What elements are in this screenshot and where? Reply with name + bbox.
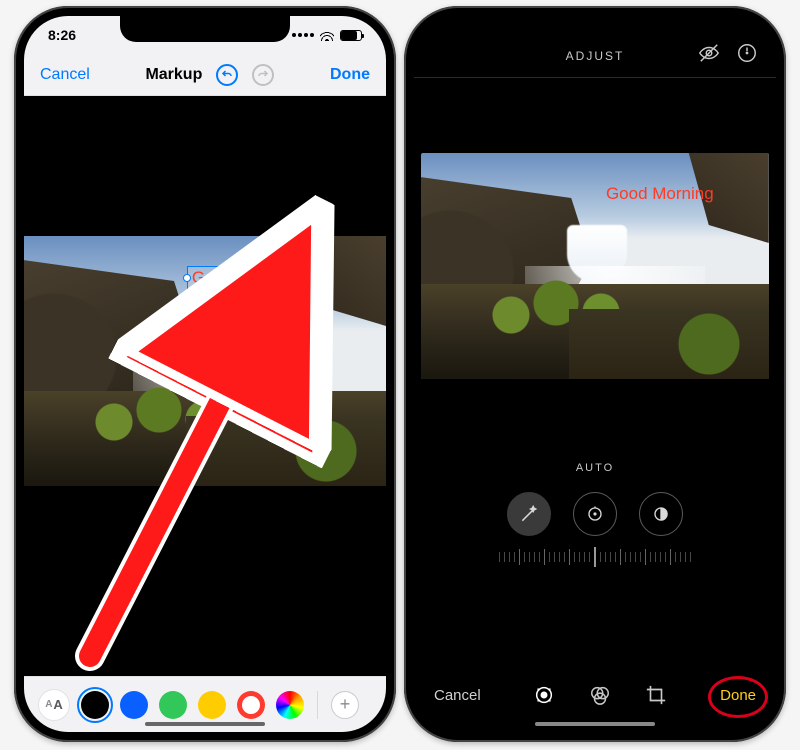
adjust-dials bbox=[414, 492, 776, 536]
swatch-green[interactable] bbox=[159, 691, 187, 719]
swatch-red[interactable] bbox=[237, 691, 265, 719]
color-picker-button[interactable] bbox=[276, 691, 304, 719]
add-shape-button[interactable]: + bbox=[331, 691, 359, 719]
swatch-black[interactable] bbox=[81, 691, 109, 719]
cancel-button[interactable]: Cancel bbox=[40, 66, 90, 84]
text-annotation[interactable]: Good Morning bbox=[187, 266, 305, 290]
cellular-icon bbox=[292, 33, 314, 37]
home-indicator bbox=[535, 722, 655, 726]
wifi-icon bbox=[320, 27, 334, 44]
adjust-title: ADJUST bbox=[566, 49, 625, 63]
filters-tab-icon[interactable] bbox=[589, 684, 611, 706]
undo-icon[interactable] bbox=[216, 64, 238, 86]
brilliance-dial[interactable] bbox=[639, 492, 683, 536]
status-indicators bbox=[292, 27, 362, 44]
text-format-button[interactable]: AA bbox=[38, 689, 70, 721]
adjust-canvas[interactable]: Good Morning bbox=[414, 78, 776, 438]
status-time: 8:26 bbox=[48, 27, 76, 43]
resize-handle-left[interactable] bbox=[183, 274, 191, 282]
resize-handle-right[interactable] bbox=[301, 274, 309, 282]
phone-adjust: ADJUST bbox=[404, 6, 786, 742]
markup-canvas[interactable]: Good Morning bbox=[24, 96, 386, 676]
annotation-text[interactable]: Good Morning bbox=[192, 268, 300, 287]
palette-separator bbox=[317, 691, 318, 719]
battery-icon bbox=[340, 30, 362, 41]
cancel-button[interactable]: Cancel bbox=[434, 687, 481, 704]
adjust-slider[interactable] bbox=[436, 544, 754, 570]
navbar-title: Markup bbox=[145, 66, 202, 84]
notch bbox=[120, 16, 290, 42]
adjust-tab-icon[interactable] bbox=[533, 684, 555, 706]
screen-markup: 8:26 Cancel Markup Done bbox=[24, 16, 386, 732]
done-button[interactable]: Done bbox=[720, 687, 756, 704]
home-indicator bbox=[145, 722, 265, 726]
visibility-off-icon[interactable] bbox=[698, 42, 720, 64]
swatch-yellow[interactable] bbox=[198, 691, 226, 719]
more-options-icon[interactable] bbox=[736, 42, 758, 64]
photo-preview[interactable]: Good Morning bbox=[24, 236, 386, 486]
done-button[interactable]: Done bbox=[330, 66, 370, 84]
screen-adjust: ADJUST bbox=[414, 16, 776, 732]
markup-navbar: Cancel Markup Done bbox=[24, 54, 386, 96]
annotation-text: Good Morning bbox=[606, 184, 714, 203]
exposure-dial[interactable] bbox=[573, 492, 617, 536]
photo-preview[interactable]: Good Morning bbox=[421, 153, 769, 379]
auto-label: AUTO bbox=[414, 462, 776, 474]
redo-icon bbox=[252, 64, 274, 86]
auto-enhance-dial[interactable] bbox=[507, 492, 551, 536]
text-annotation: Good Morning bbox=[602, 183, 718, 205]
crop-tab-icon[interactable] bbox=[645, 684, 667, 706]
phone-markup: 8:26 Cancel Markup Done bbox=[14, 6, 396, 742]
notch bbox=[510, 16, 680, 42]
swatch-blue[interactable] bbox=[120, 691, 148, 719]
